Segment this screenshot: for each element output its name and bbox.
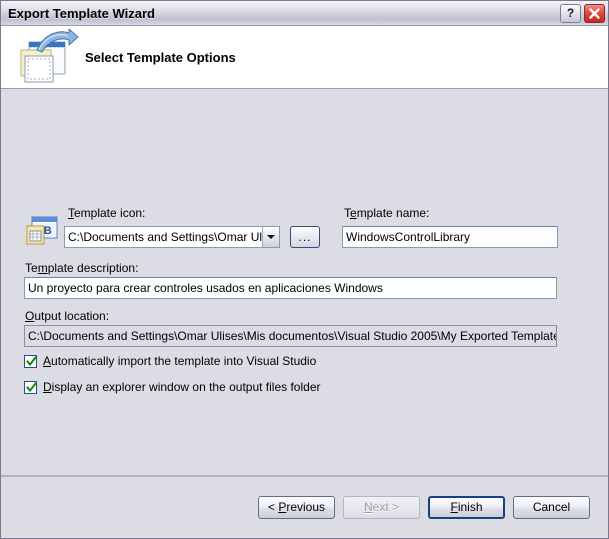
- cancel-button[interactable]: Cancel: [513, 495, 590, 519]
- template-icon-value: C:\Documents and Settings\Omar Ulises\M: [68, 230, 262, 244]
- auto-import-checkbox[interactable]: [24, 354, 37, 368]
- template-icon-label: Template icon:: [68, 206, 146, 220]
- window-title: Export Template Wizard: [8, 5, 155, 21]
- template-icon-dropdown-button[interactable]: [262, 227, 279, 247]
- export-template-wizard-dialog: Export Template Wizard ? Select Template…: [0, 0, 609, 539]
- ellipsis-icon: ...: [298, 230, 312, 244]
- check-icon: [26, 355, 37, 366]
- previous-button-label: < Previous: [267, 500, 326, 514]
- cancel-button-label: Cancel: [532, 500, 571, 514]
- template-description-value: Un proyecto para crear controles usados …: [28, 281, 383, 295]
- window-controls: ?: [560, 3, 605, 23]
- template-name-value: WindowsControlLibrary: [346, 230, 471, 244]
- display-explorer-label: Display an explorer window on the output…: [43, 380, 321, 394]
- next-button-label: Next >: [363, 500, 400, 514]
- template-name-input[interactable]: WindowsControlLibrary: [342, 226, 558, 248]
- finish-button-label: Finish: [450, 500, 483, 514]
- close-icon: [589, 7, 600, 19]
- chevron-down-icon: [267, 235, 275, 239]
- close-button[interactable]: [584, 3, 605, 23]
- page-title: Select Template Options: [85, 49, 236, 65]
- next-button: Next >: [343, 495, 420, 519]
- finish-button[interactable]: Finish: [428, 495, 505, 519]
- template-icon-combobox[interactable]: C:\Documents and Settings\Omar Ulises\M: [64, 226, 280, 248]
- output-location-input[interactable]: C:\Documents and Settings\Omar Ulises\Mi…: [24, 325, 557, 347]
- auto-import-label: Automatically import the template into V…: [43, 354, 317, 368]
- title-bar: Export Template Wizard ?: [1, 1, 608, 26]
- wizard-header: Select Template Options: [1, 26, 608, 89]
- visual-basic-project-icon: VB: [25, 215, 59, 247]
- previous-button[interactable]: < Previous: [258, 495, 335, 519]
- check-icon: [26, 381, 37, 392]
- wizard-body: Template icon: VB C:\Documents and Setti…: [1, 89, 608, 475]
- checkbox-row-display-explorer[interactable]: Display an explorer window on the output…: [24, 380, 321, 394]
- wizard-footer: < Previous Next > Finish Cancel: [1, 475, 608, 538]
- checkbox-row-auto-import[interactable]: Automatically import the template into V…: [24, 354, 316, 368]
- footer-separator: [1, 475, 608, 476]
- template-name-label: Template name:: [344, 206, 430, 220]
- export-template-icon: [9, 28, 79, 86]
- display-explorer-checkbox[interactable]: [24, 380, 37, 394]
- output-location-value: C:\Documents and Settings\Omar Ulises\Mi…: [28, 329, 556, 343]
- template-description-label: Template description:: [25, 261, 139, 275]
- help-button[interactable]: ?: [560, 3, 581, 23]
- output-location-label: Output location:: [25, 309, 110, 323]
- template-description-input[interactable]: Un proyecto para crear controles usados …: [24, 277, 557, 299]
- help-icon: ?: [566, 6, 575, 20]
- browse-template-icon-button[interactable]: ...: [290, 226, 320, 248]
